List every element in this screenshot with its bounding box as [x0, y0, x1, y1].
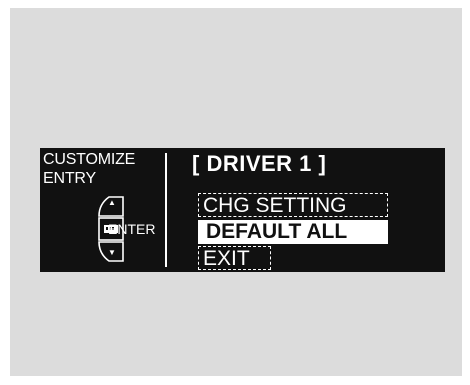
customize-entry-title: CUSTOMIZE ENTRY	[43, 150, 135, 188]
driver-title: [ DRIVER 1 ]	[192, 151, 327, 176]
background-panel: CUSTOMIZE ENTRY ▲ ENTER ▼ [ DRIVER 1 ] C…	[10, 8, 462, 376]
enter-label: ENTER	[108, 221, 156, 237]
info-display: CUSTOMIZE ENTRY ▲ ENTER ▼ [ DRIVER 1 ] C…	[40, 148, 445, 272]
title-line-entry: ENTRY	[43, 170, 96, 187]
menu-item-default-all[interactable]: DEFAULT ALL	[198, 220, 388, 244]
menu-item-exit[interactable]: EXIT	[198, 246, 271, 270]
menu-item-chg-setting[interactable]: CHG SETTING	[198, 193, 388, 217]
divider	[165, 153, 167, 267]
down-arrow-icon: ▼	[108, 248, 116, 257]
up-arrow-icon: ▲	[108, 198, 116, 207]
title-line-customize: CUSTOMIZE	[43, 151, 136, 168]
